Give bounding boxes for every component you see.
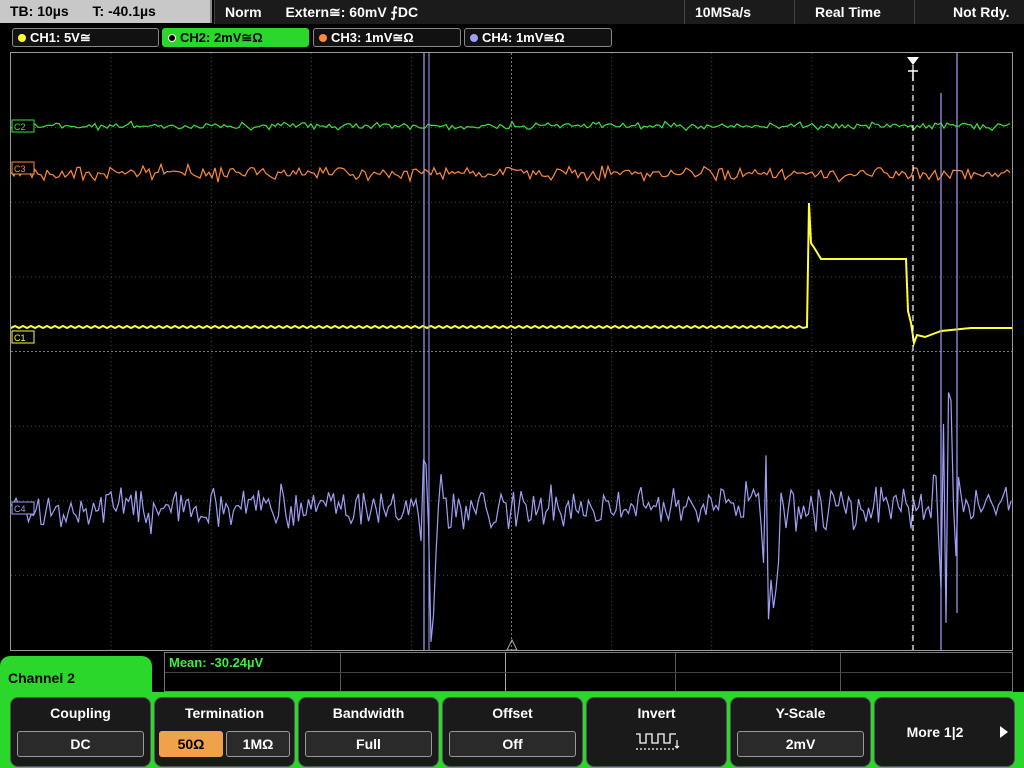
acquisition-mode: Real Time [794,0,914,24]
channel-marker-label: C1 [14,333,26,343]
coupling-value[interactable]: DC [17,731,144,757]
trigger-mode: Norm [225,4,262,20]
ch1-dot-icon [18,34,26,42]
invert-title: Invert [637,705,676,721]
yscale-title: Y-Scale [775,705,826,721]
ch4-dot-icon [470,34,478,42]
channel-marker-label: C2 [14,122,26,132]
trigger-source: Extern≅: 60mV ⨍DC [285,4,419,20]
bandwidth-value[interactable]: Full [305,731,432,757]
mean-measurement: Mean: -30.24µV [169,655,264,670]
trigger-info[interactable]: Norm Extern≅: 60mV ⨍DC [214,0,684,24]
ch3-trace [11,162,1011,184]
more-label: More 1|2 [906,724,964,740]
termination-title: Termination [184,705,265,721]
trigger-marker-icon [907,57,919,65]
timebase-readout: TB: 10µs [10,3,69,19]
coupling-title: Coupling [50,705,111,721]
ch2-dot-icon [168,34,176,42]
ch3-label: CH3: 1mV≅Ω [331,30,414,45]
trigger-time-marker-icon [908,70,918,81]
next-page-arrow-icon [1000,726,1008,738]
menu-channel-title: Channel 2 [0,656,152,702]
sample-rate: 10MSa/s [684,0,794,24]
ch1-label: CH1: 5V≅ [30,30,91,45]
yscale-softkey[interactable]: Y-Scale 2mV [730,697,871,767]
offset-softkey[interactable]: Offset Off [442,697,583,767]
tab-ch3[interactable]: CH3: 1mV≅Ω [313,28,461,47]
offset-title: Offset [492,705,533,721]
yscale-value[interactable]: 2mV [737,731,864,757]
measurement-panel: Mean: -30.24µV [164,652,1013,692]
channel-marker-label: C3 [14,164,26,174]
termination-50ohm[interactable]: 50Ω [159,731,223,757]
ch3-dot-icon [319,34,327,42]
ch4-label: CH4: 1mV≅Ω [482,30,565,45]
coupling-softkey[interactable]: Coupling DC [10,697,151,767]
trigger-time-readout: T: -40.1µs [92,3,156,19]
channel-marker-label: C4 [14,504,26,514]
bandwidth-title: Bandwidth [332,705,405,721]
ch2-trace [11,120,1011,132]
invert-softkey[interactable]: Invert [586,697,727,767]
ch2-label: CH2: 2mV≅Ω [180,30,263,45]
termination-1mohm[interactable]: 1MΩ [226,731,290,757]
tab-ch1[interactable]: CH1: 5V≅ [12,28,159,47]
timebase-box[interactable]: TB: 10µs T: -40.1µs [0,0,212,23]
ready-state: Not Rdy. [914,0,1024,24]
tab-ch4[interactable]: CH4: 1mV≅Ω [464,28,612,47]
waveform-display[interactable]: C2 C3 C1 C4 [10,52,1013,651]
tab-ch2[interactable]: CH2: 2mV≅Ω [162,28,309,47]
waveform-canvas: C2 C3 C1 C4 [11,53,1012,650]
offset-value[interactable]: Off [449,731,576,757]
bandwidth-softkey[interactable]: Bandwidth Full [298,697,439,767]
termination-softkey[interactable]: Termination 50Ω 1MΩ [154,697,295,767]
status-bar: TB: 10µs T: -40.1µs Norm Extern≅: 60mV ⨍… [0,0,1024,24]
more-softkey[interactable]: More 1|2 [874,697,1015,767]
invert-waveform-icon [636,733,680,750]
